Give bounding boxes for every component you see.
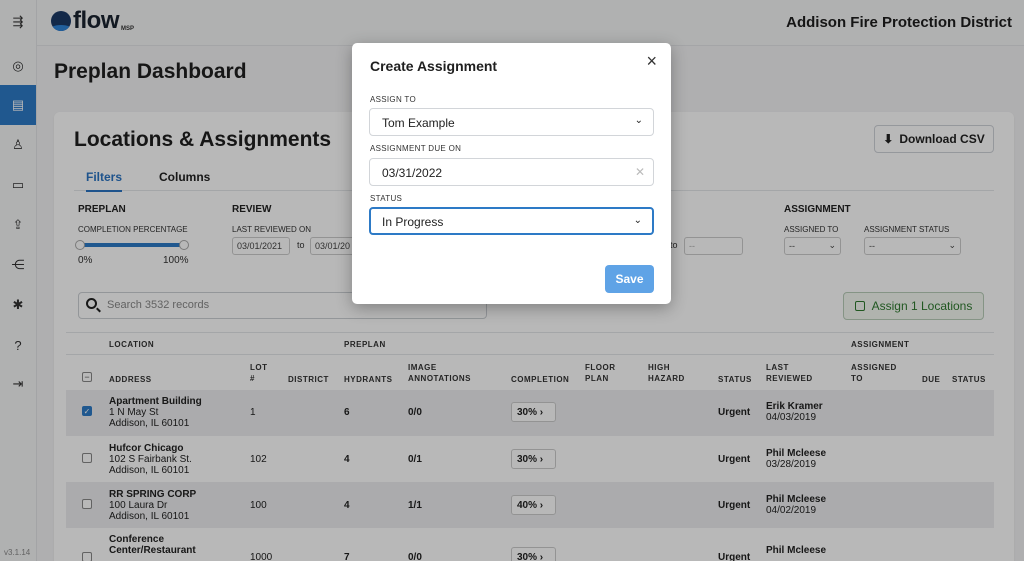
due-date-value: 03/31/2022 [382, 166, 443, 180]
due-date-label: ASSIGNMENT DUE ON [370, 144, 462, 153]
due-date-input[interactable]: 03/31/2022 ✕ [369, 158, 654, 186]
save-button[interactable]: Save [605, 265, 654, 293]
assign-to-value: Tom Example [382, 116, 455, 130]
chevron-down-icon: ⌄ [633, 215, 642, 226]
close-icon[interactable]: × [646, 51, 657, 72]
modal-title: Create Assignment [370, 58, 498, 74]
assign-to-select[interactable]: Tom Example ⌄ [369, 108, 654, 136]
clear-icon[interactable]: ✕ [635, 165, 645, 179]
chevron-down-icon: ⌄ [634, 115, 643, 126]
assign-to-label: ASSIGN TO [370, 95, 416, 104]
status-label: STATUS [370, 194, 403, 203]
create-assignment-modal: Create Assignment × ASSIGN TO Tom Exampl… [352, 43, 671, 304]
status-select[interactable]: In Progress ⌄ [369, 207, 654, 235]
status-value: In Progress [382, 215, 444, 229]
